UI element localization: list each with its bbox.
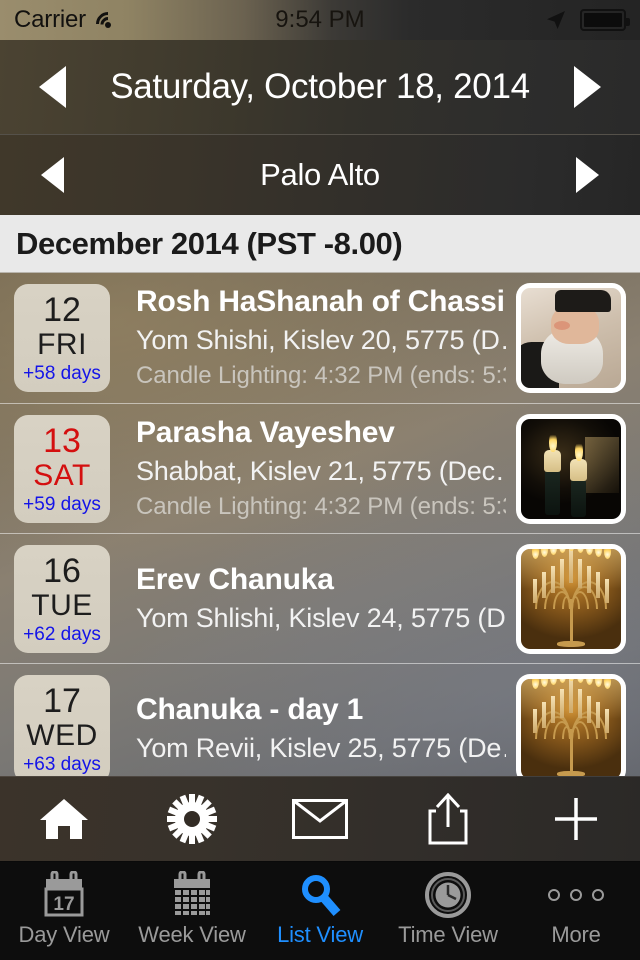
triangle-left-icon: [40, 157, 64, 193]
list-item-text: Chanuka - day 1 Yom Revii, Kislev 25, 577…: [110, 691, 516, 767]
list-item[interactable]: 16 TUE +62 days Erev Chanuka Yom Shlishi, Ki…: [0, 533, 640, 663]
month-section-title: December 2014 (PST -8.00): [16, 225, 403, 261]
previous-city-button[interactable]: [24, 147, 80, 203]
date-badge-day: 16: [43, 551, 81, 590]
event-title: Parasha Vayeshev: [136, 415, 395, 449]
event-title: Chanuka - day 1: [136, 692, 364, 726]
tab-more[interactable]: More: [512, 862, 640, 960]
tab-label: Time View: [398, 922, 498, 947]
event-subtitle: Shabbat, Kislev 21, 5775 (Dec…: [136, 455, 506, 486]
date-badge: 16 TUE +62 days: [14, 544, 110, 653]
list-item[interactable]: 13 SAT +59 days Parasha Vayeshev Shabbat, Ki…: [0, 403, 640, 533]
envelope-icon: [292, 799, 348, 839]
list-item-text: Rosh HaShanah of Chassi… Yom Shishi, Kisl…: [110, 283, 516, 393]
home-button[interactable]: [16, 784, 112, 854]
action-toolbar: [0, 776, 640, 862]
settings-button[interactable]: [144, 784, 240, 854]
event-subtitle: Yom Shishi, Kislev 20, 5775 (D…: [136, 325, 506, 355]
plus-icon: [555, 798, 597, 840]
month-section-header: December 2014 (PST -8.00): [0, 215, 640, 273]
date-badge-weekday: WED: [26, 718, 98, 752]
next-city-button[interactable]: [560, 147, 616, 203]
event-list[interactable]: 12 FRI +58 days Rosh HaShanah of Chassi… Yom…: [0, 273, 640, 776]
clock-icon: [424, 870, 472, 920]
date-badge-weekday: SAT: [33, 458, 91, 492]
list-item[interactable]: 12 FRI +58 days Rosh HaShanah of Chassi… Yom…: [0, 273, 640, 403]
tab-time-view[interactable]: Time View: [384, 862, 512, 960]
date-badge-day: 17: [43, 681, 81, 720]
status-bar-right: [544, 8, 630, 32]
selected-date-label[interactable]: Saturday, October 18, 2014: [110, 67, 530, 107]
share-button[interactable]: [400, 784, 496, 854]
list-item[interactable]: 17 WED +63 days Chanuka - day 1 Yom Revii, K…: [0, 663, 640, 776]
triangle-right-icon: [574, 66, 602, 108]
list-item-text: Erev Chanuka Yom Shlishi, Kislev 24, 5775…: [110, 561, 516, 637]
gear-icon: [167, 794, 217, 844]
city-navigation-bar: Palo Alto: [0, 135, 640, 215]
event-subtitle: Yom Revii, Kislev 25, 5775 (De…: [136, 732, 506, 763]
calendar-grid-icon: [168, 870, 216, 920]
triangle-right-icon: [576, 157, 600, 193]
event-title: Rosh HaShanah of Chassi…: [136, 285, 506, 318]
date-badge-offset: +63 days: [23, 753, 101, 775]
tab-day-view[interactable]: 17 Day View: [0, 862, 128, 960]
date-badge-offset: +59 days: [23, 493, 101, 515]
date-badge-offset: +62 days: [23, 623, 101, 645]
share-upload-icon: [428, 793, 468, 845]
previous-day-button[interactable]: [24, 59, 80, 115]
add-button[interactable]: [528, 784, 624, 854]
magnifier-icon: [296, 870, 344, 920]
mail-button[interactable]: [272, 784, 368, 854]
event-detail: Candle Lighting: 4:32 PM (ends: 5:36…: [136, 492, 506, 520]
event-thumbnail: [516, 543, 626, 654]
next-day-button[interactable]: [560, 59, 616, 115]
location-arrow-icon: [547, 11, 565, 29]
date-badge-day: 12: [43, 291, 81, 329]
date-badge: 17 WED +63 days: [14, 674, 110, 776]
event-thumbnail: [516, 283, 626, 393]
bottom-tab-bar: 17 Day View Week View List View Time Vie…: [0, 862, 640, 960]
home-icon: [40, 799, 88, 839]
date-navigation-bar: Saturday, October 18, 2014: [0, 40, 640, 135]
battery-full-icon: [580, 9, 630, 31]
list-item-text: Parasha Vayeshev Shabbat, Kislev 21, 5775…: [110, 414, 516, 524]
triangle-left-icon: [38, 66, 66, 108]
date-badge-day: 13: [43, 421, 81, 460]
status-bar: Carrier 9:54 PM: [0, 0, 640, 41]
tab-label: Week View: [138, 922, 246, 947]
app-screen: Carrier 9:54 PM Saturday, October 18, 20…: [0, 0, 640, 960]
date-badge: 12 FRI +58 days: [14, 284, 110, 392]
tab-label: Day View: [18, 922, 110, 947]
event-thumbnail: [516, 673, 626, 776]
tab-week-view[interactable]: Week View: [128, 862, 256, 960]
tab-label: List View: [277, 922, 363, 947]
date-badge-offset: +58 days: [23, 363, 101, 384]
date-badge-weekday: TUE: [31, 588, 93, 622]
selected-city-label[interactable]: Palo Alto: [260, 157, 380, 193]
tab-label: More: [551, 922, 601, 947]
tab-list-view[interactable]: List View: [256, 862, 384, 960]
event-title: Erev Chanuka: [136, 562, 334, 596]
calendar-day-icon: 17: [40, 870, 88, 920]
date-badge-weekday: FRI: [37, 328, 87, 361]
date-badge: 13 SAT +59 days: [14, 414, 110, 523]
event-thumbnail: [516, 413, 626, 524]
event-detail: Candle Lighting: 4:32 PM (ends: 5:36…: [136, 362, 506, 389]
ellipsis-icon: [548, 870, 604, 920]
event-subtitle: Yom Shlishi, Kislev 24, 5775 (D…: [136, 602, 506, 633]
svg-text:17: 17: [53, 894, 74, 915]
